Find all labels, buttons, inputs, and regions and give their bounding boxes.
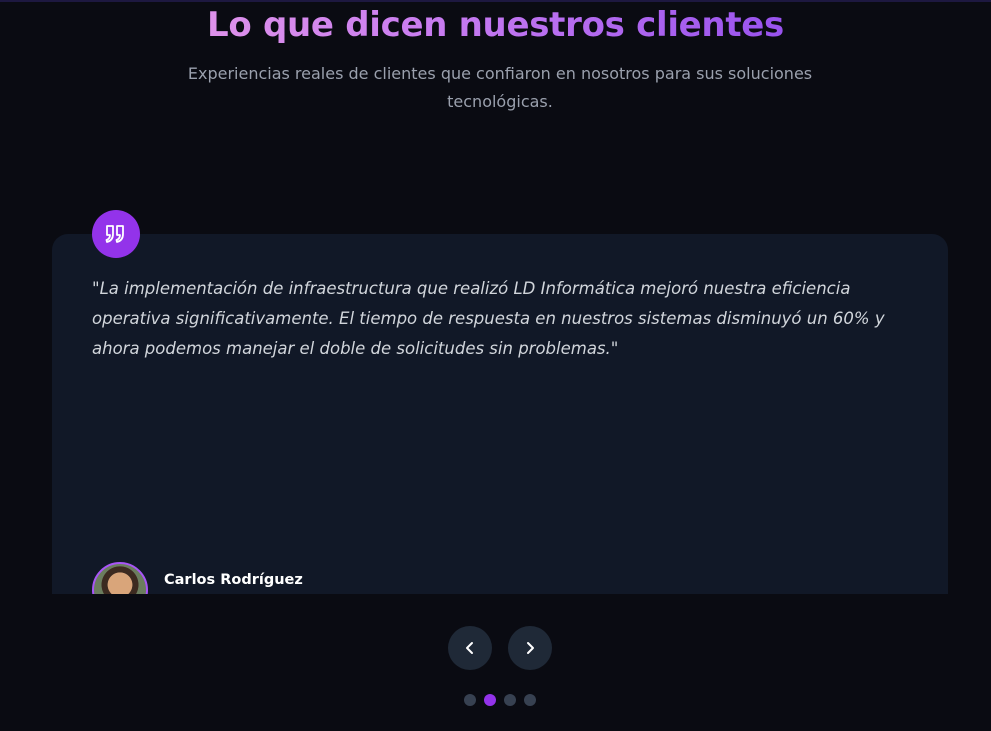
chevron-left-icon bbox=[466, 642, 473, 654]
testimonial-author: Carlos Rodríguez bbox=[92, 562, 303, 594]
top-divider bbox=[0, 0, 991, 2]
previous-button[interactable] bbox=[448, 626, 492, 670]
carousel-dot-active[interactable] bbox=[484, 694, 496, 706]
section-subtitle: Experiencias reales de clientes que conf… bbox=[187, 64, 813, 111]
carousel-dot[interactable] bbox=[524, 694, 536, 706]
author-name: Carlos Rodríguez bbox=[164, 572, 303, 588]
next-button[interactable] bbox=[508, 626, 552, 670]
carousel-dots bbox=[464, 694, 536, 706]
testimonial-text: "La implementación de infraestructura qu… bbox=[92, 279, 885, 358]
avatar bbox=[92, 562, 148, 594]
section-title: Lo que dicen nuestros clientes bbox=[0, 4, 991, 46]
carousel-dot[interactable] bbox=[464, 694, 476, 706]
testimonial-card: "La implementación de infraestructura qu… bbox=[52, 234, 948, 594]
carousel-dot[interactable] bbox=[504, 694, 516, 706]
quote-icon bbox=[92, 210, 140, 258]
chevron-right-icon bbox=[527, 642, 534, 654]
